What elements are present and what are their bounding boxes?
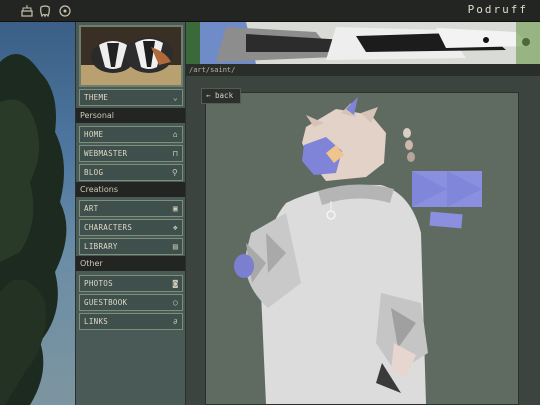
compass-icon[interactable] [58, 4, 72, 18]
nav-home[interactable]: HOME ⌂ [79, 126, 183, 143]
header-banner [186, 22, 540, 64]
nav-characters[interactable]: CHARACTERS ❖ [79, 219, 183, 236]
paw-icon: ❖ [172, 223, 178, 232]
arrow-left-icon: ← [206, 91, 211, 100]
nav-label: GUESTBOOK [84, 298, 128, 307]
avatar [79, 25, 183, 87]
theme-label: THEME [84, 93, 109, 102]
nav-blog[interactable]: BLOG ⚲ [79, 164, 183, 181]
pin-icon: ⚲ [171, 168, 178, 177]
nav-label: WEBMASTER [84, 149, 128, 158]
nav-label: CHARACTERS [84, 223, 133, 232]
section-heading-creations: Creations [76, 182, 185, 197]
back-button[interactable]: ← back [201, 88, 241, 104]
nav-label: LIBRARY [84, 242, 118, 251]
section-heading-other: Other [76, 256, 185, 271]
book-icon: ▤ [172, 242, 178, 251]
image-icon: ▣ [172, 204, 178, 213]
main-content: /art/saint/ ← back [186, 64, 540, 405]
nav-webmaster[interactable]: WEBMASTER ⊓ [79, 145, 183, 162]
nav-label: BLOG [84, 168, 104, 177]
nav-guestbook[interactable]: GUESTBOOK ○ [79, 294, 183, 311]
speech-icon: ○ [172, 298, 178, 307]
back-label: back [215, 91, 234, 100]
nav-label: ART [84, 204, 99, 213]
artwork-display [205, 92, 519, 405]
nav-label: PHOTOS [84, 279, 113, 288]
paperclip-icon: ∂ [172, 317, 178, 326]
home-icon: ⌂ [172, 130, 178, 139]
section-heading-personal: Personal [76, 108, 185, 123]
tooth-icon[interactable] [38, 4, 52, 18]
nav-photos[interactable]: PHOTOS ◙ [79, 275, 183, 292]
top-bar: Podruff [0, 0, 540, 22]
nav-links[interactable]: LINKS ∂ [79, 313, 183, 330]
nav-label: HOME [84, 130, 104, 139]
nav-art[interactable]: ART ▣ [79, 200, 183, 217]
site-title[interactable]: Podruff [468, 3, 528, 19]
nav-label: LINKS [84, 317, 109, 326]
sidebar: THEME ⌄ Personal HOME ⌂ WEBMASTER ⊓ BLOG… [75, 22, 186, 405]
lock-icon: ⊓ [172, 149, 178, 158]
breadcrumb: /art/saint/ [186, 64, 540, 76]
nav-library[interactable]: LIBRARY ▤ [79, 238, 183, 255]
theme-selector[interactable]: THEME ⌄ [79, 89, 183, 106]
cake-icon[interactable] [20, 4, 34, 18]
camera-icon: ◙ [172, 279, 178, 288]
background-tree [0, 54, 67, 405]
chevron-down-icon: ⌄ [172, 93, 178, 102]
